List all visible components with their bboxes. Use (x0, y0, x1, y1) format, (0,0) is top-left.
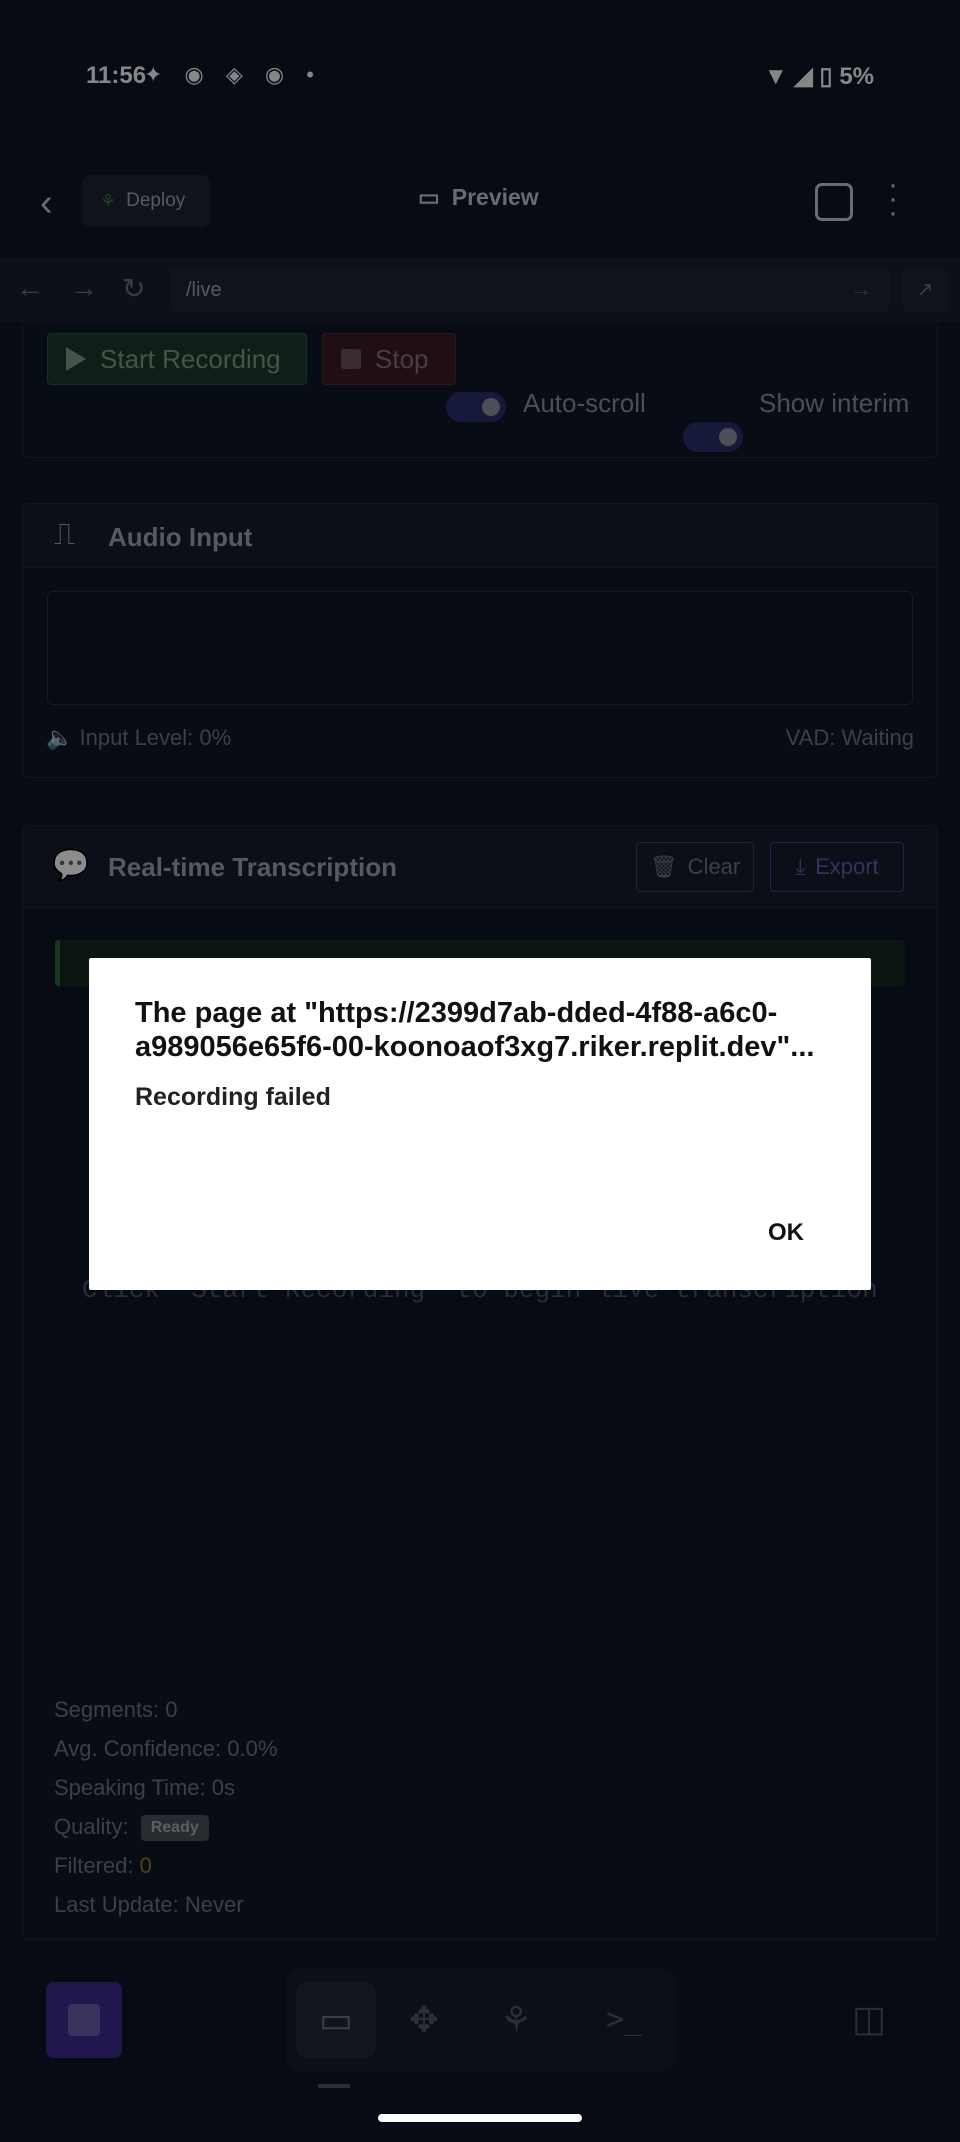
dialog-title: The page at "https://2399d7ab-dded-4f88-… (135, 997, 815, 1063)
dialog-message: Recording failed (135, 1083, 331, 1111)
home-gesture-bar[interactable] (378, 2114, 582, 2122)
dialog-ok-button[interactable]: OK (756, 1213, 816, 1253)
